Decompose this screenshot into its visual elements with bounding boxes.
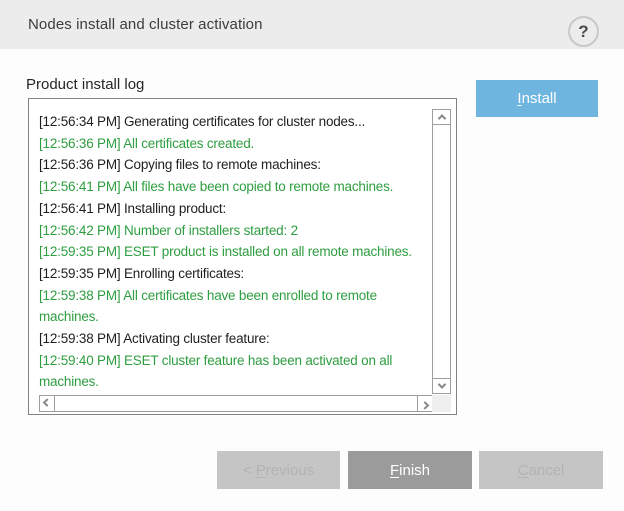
install-button[interactable]: Install [476, 80, 598, 117]
log-line: [12:56:41 PM] All files have been copied… [39, 176, 432, 198]
horizontal-scrollbar[interactable] [39, 395, 433, 412]
product-install-log-label: Product install log [26, 76, 144, 93]
vertical-scrollbar[interactable] [432, 109, 451, 394]
log-line: [12:56:36 PM] All certificates created. [39, 133, 432, 155]
vertical-scrollbar-track[interactable] [433, 125, 450, 378]
log-line: machines. [39, 371, 432, 393]
log-line: [12:56:36 PM] Copying files to remote ma… [39, 154, 432, 176]
product-install-log-box[interactable]: [12:56:34 PM] Generating certificates fo… [28, 98, 457, 415]
scroll-left-button[interactable] [40, 396, 55, 411]
horizontal-scrollbar-track[interactable] [55, 396, 417, 411]
cancel-button: Cancel [479, 451, 603, 489]
scroll-up-button[interactable] [433, 110, 450, 125]
log-line: [12:59:38 PM] All certificates have been… [39, 285, 432, 307]
scroll-right-button[interactable] [417, 396, 432, 411]
chevron-down-icon [437, 380, 445, 388]
previous-button: < Previous [217, 451, 340, 489]
scrollbar-corner [432, 395, 451, 412]
log-line: [12:59:40 PM] ESET cluster feature has b… [39, 350, 432, 372]
log-line: [12:59:38 PM] Activating cluster feature… [39, 328, 432, 350]
chevron-right-icon [421, 401, 429, 409]
log-line: machines. [39, 306, 432, 328]
dialog-header: Nodes install and cluster activation [0, 0, 624, 49]
help-button[interactable]: ? [568, 16, 599, 47]
log-lines: [12:56:34 PM] Generating certificates fo… [39, 111, 432, 394]
log-line: [12:56:34 PM] Generating certificates fo… [39, 111, 432, 133]
scroll-down-button[interactable] [433, 378, 450, 393]
chevron-up-icon [437, 114, 445, 122]
finish-button[interactable]: Finish [348, 451, 472, 489]
log-line: [12:56:41 PM] Installing product: [39, 198, 432, 220]
chevron-left-icon [43, 398, 51, 406]
log-line: [12:59:35 PM] Enrolling certificates: [39, 263, 432, 285]
log-line: [12:56:42 PM] Number of installers start… [39, 220, 432, 242]
question-mark-icon: ? [578, 22, 588, 42]
page-title: Nodes install and cluster activation [28, 16, 263, 33]
log-line: [12:59:35 PM] ESET product is installed … [39, 241, 432, 263]
